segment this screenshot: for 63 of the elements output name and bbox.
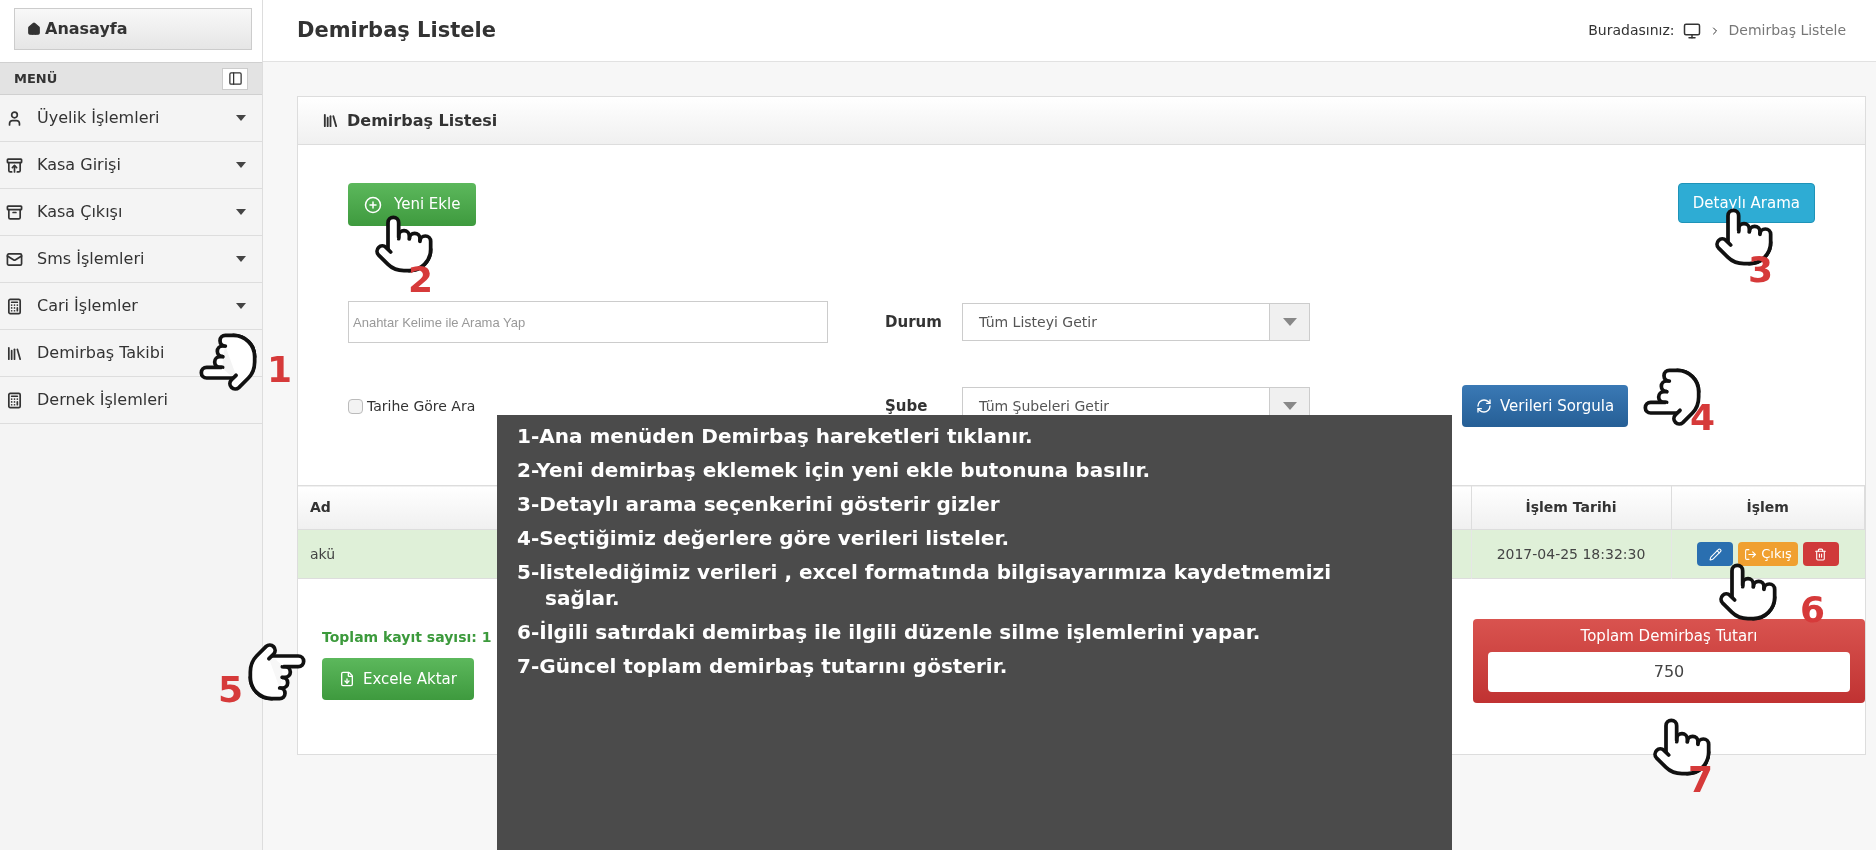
sidebar-toggle[interactable]	[222, 67, 248, 90]
exit-icon	[1744, 547, 1758, 561]
trash-icon	[1814, 547, 1828, 561]
pencil-icon	[1708, 547, 1722, 561]
binders-icon	[322, 112, 339, 129]
menu-title: MENÜ	[14, 69, 58, 88]
column-header: İşlem	[1746, 499, 1789, 515]
binders-icon	[6, 344, 23, 362]
plus-circle-icon	[364, 195, 382, 214]
calculator-icon	[6, 391, 23, 409]
checkbox[interactable]	[348, 398, 363, 414]
delete-button[interactable]	[1802, 542, 1839, 566]
sidebar-item[interactable]: Cari İşlemler	[0, 283, 262, 330]
filter-label: Durum	[885, 311, 943, 333]
table-cell: 2017-04-25 18:32:30	[1496, 545, 1646, 562]
sidebar-item[interactable]: Kasa Girişi	[0, 142, 262, 189]
dropdown-triangle-icon	[1282, 318, 1297, 326]
step-number: 3	[1748, 252, 1774, 288]
user-icon	[6, 109, 23, 127]
sidebar-item[interactable]: Kasa Çıkışı	[0, 189, 262, 236]
total-label: Toplam Demirbaş Tutarı	[1580, 626, 1758, 647]
sidebar-item[interactable]: Üyelik İşlemleri	[0, 95, 262, 142]
search-field[interactable]: Anahtar Kelime ile Arama Yap	[348, 301, 828, 343]
breadcrumb-link[interactable]: Demirbaş Listele	[1728, 20, 1846, 41]
panel-title: Demirbaş Listesi	[347, 109, 498, 132]
query-button[interactable]: Verileri Sorgula	[1462, 385, 1629, 427]
select-field[interactable]: Tüm Listeyi Getir	[962, 303, 1310, 341]
column-header: İşlem Tarihi	[1525, 499, 1617, 515]
monitor-icon	[1682, 21, 1701, 40]
instruction-step: 3-Detaylı arama seçenkerini gösterir gizler	[517, 491, 1397, 517]
dropdown-triangle-icon	[1282, 402, 1297, 410]
instruction-step: 1-Ana menüden Demirbaş hareketleri tıklanır.	[517, 423, 1397, 449]
file-download-icon	[339, 671, 356, 687]
archive-icon	[6, 203, 23, 221]
edit-button[interactable]	[1697, 542, 1734, 566]
step-number: 5	[218, 672, 244, 708]
instruction-step: 4-Seçtiğimiz değerlere göre verileri listeler.	[517, 525, 1397, 551]
mail-icon	[6, 250, 23, 268]
table-cell: akü	[310, 545, 336, 562]
pointing-hand-icon	[196, 330, 260, 394]
layout-icon	[227, 71, 243, 86]
calculator-icon	[6, 297, 23, 315]
pointing-hand-icon	[1716, 560, 1780, 624]
step-number: 1	[267, 352, 293, 388]
page-title: Demirbaş Listele	[297, 16, 496, 44]
instruction-step: 5-listelediğimiz verileri , excel formatında bilgisayarımıza kaydetmemizi sağlar.	[517, 559, 1397, 611]
home-icon	[27, 22, 41, 36]
step-number: 2	[408, 262, 434, 298]
breadcrumb-label: Buradasınız:	[1588, 21, 1675, 40]
filter-label: Şube	[885, 395, 929, 417]
total-value-field: 750	[1488, 651, 1850, 692]
step-number: 4	[1690, 400, 1716, 436]
home-button[interactable]: Anasayfa	[14, 8, 252, 50]
refresh-icon	[1476, 398, 1492, 414]
archive-down-icon	[6, 156, 23, 174]
instruction-step: 6-İlgili satırdaki demirbaş ile ilgili düzenle silme işlemlerini yapar.	[517, 619, 1397, 645]
step-number: 7	[1688, 762, 1714, 798]
checkbox-label: Tarihe Göre Ara	[367, 396, 476, 416]
sidebar-item[interactable]: Sms İşlemleri	[0, 236, 262, 283]
instruction-step: 7-Güncel toplam demirbaş tutarını gösterir.	[517, 653, 1397, 679]
column-header: Ad	[310, 499, 331, 515]
instruction-step: 2-Yeni demirbaş eklemek için yeni ekle butonuna basılır.	[517, 457, 1397, 483]
record-count: Toplam kayıt sayısı: 1	[322, 628, 492, 647]
